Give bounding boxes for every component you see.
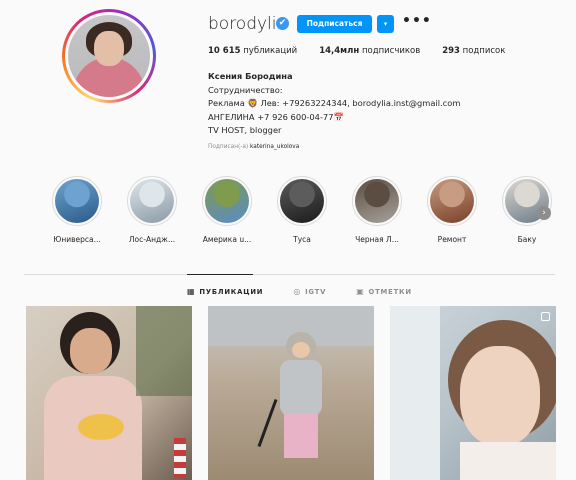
story-highlights: Юниверса... Лос-Андж... Америка u... Туса Че… <box>44 176 552 252</box>
story-highlight[interactable]: Лос-Андж... <box>119 176 185 244</box>
highlight-label: Лос-Андж... <box>128 235 176 244</box>
highlight-cover <box>127 176 177 226</box>
grid-icon: ▦ <box>187 287 196 296</box>
follow-button[interactable]: Подписаться <box>297 15 372 33</box>
highlight-image <box>130 179 174 223</box>
full-name: Ксения Бородина <box>208 71 293 81</box>
highlight-label: Туса <box>293 235 311 244</box>
story-highlight[interactable]: Америка u... <box>194 176 260 244</box>
highlight-cover <box>202 176 252 226</box>
followers-link[interactable]: 14,4млн подписчиков <box>319 46 420 56</box>
highlight-cover <box>277 176 327 226</box>
profile-tabs: ▦ ПУБЛИКАЦИИ ◎ IGTV ▣ ОТМЕТКИ <box>187 287 442 296</box>
igtv-icon <box>541 312 550 321</box>
highlight-image <box>430 179 474 223</box>
story-highlight[interactable]: Туса <box>269 176 335 244</box>
profile-avatar[interactable] <box>62 9 156 103</box>
highlight-image <box>280 179 324 223</box>
tagged-icon: ▣ <box>356 287 365 296</box>
divider <box>24 274 555 275</box>
highlight-label: Юниверса... <box>53 235 101 244</box>
igtv-icon: ◎ <box>293 287 302 296</box>
post-thumbnail[interactable] <box>208 306 374 480</box>
story-highlight[interactable]: Ремонт <box>419 176 485 244</box>
verified-badge-icon: ✔ <box>276 17 289 30</box>
story-highlight[interactable]: Юниверса... <box>44 176 110 244</box>
highlight-label: Черная Л... <box>355 235 399 244</box>
highlight-label: Ремонт <box>437 235 467 244</box>
posts-count: 10 615 публикаций <box>208 46 298 56</box>
highlight-image <box>355 179 399 223</box>
following-link[interactable]: 293 подписок <box>442 46 505 56</box>
followed-by[interactable]: Подписан(-а) katerina_ukolova <box>208 144 299 150</box>
highlight-cover <box>352 176 402 226</box>
followed-by-user[interactable]: katerina_ukolova <box>250 144 299 150</box>
story-highlight[interactable]: Черная Л... <box>344 176 410 244</box>
highlight-image <box>55 179 99 223</box>
tab-igtv[interactable]: ◎ IGTV <box>293 287 326 296</box>
highlight-image <box>205 179 249 223</box>
more-options-icon[interactable]: ••• <box>402 13 432 29</box>
bio-line: АНГЕЛИНА +7 926 600-04-77📅 <box>208 111 344 122</box>
post-thumbnail[interactable] <box>26 306 192 480</box>
profile-bio: Ксения Бородина Сотрудничество: Реклама … <box>208 70 460 138</box>
highlight-label: Баку <box>517 235 537 244</box>
chevron-right-icon[interactable]: › <box>537 206 551 220</box>
post-thumbnail[interactable] <box>390 306 556 480</box>
avatar <box>68 15 150 97</box>
bio-line: Сотрудничество: <box>208 84 283 95</box>
bio-line: TV HOST, blogger <box>208 125 282 135</box>
highlight-label: Америка u... <box>202 235 252 244</box>
suggested-dropdown-button[interactable]: ▾ <box>377 15 394 33</box>
active-tab-indicator <box>187 274 253 275</box>
profile-stats: 10 615 публикаций 14,4млн подписчиков 29… <box>208 46 527 56</box>
bio-line: Реклама 🦁 Лев: +79263224344, borodylia.i… <box>208 98 461 108</box>
tab-tagged[interactable]: ▣ ОТМЕТКИ <box>356 287 412 296</box>
highlight-cover <box>52 176 102 226</box>
highlight-cover <box>427 176 477 226</box>
tab-posts[interactable]: ▦ ПУБЛИКАЦИИ <box>187 287 263 296</box>
